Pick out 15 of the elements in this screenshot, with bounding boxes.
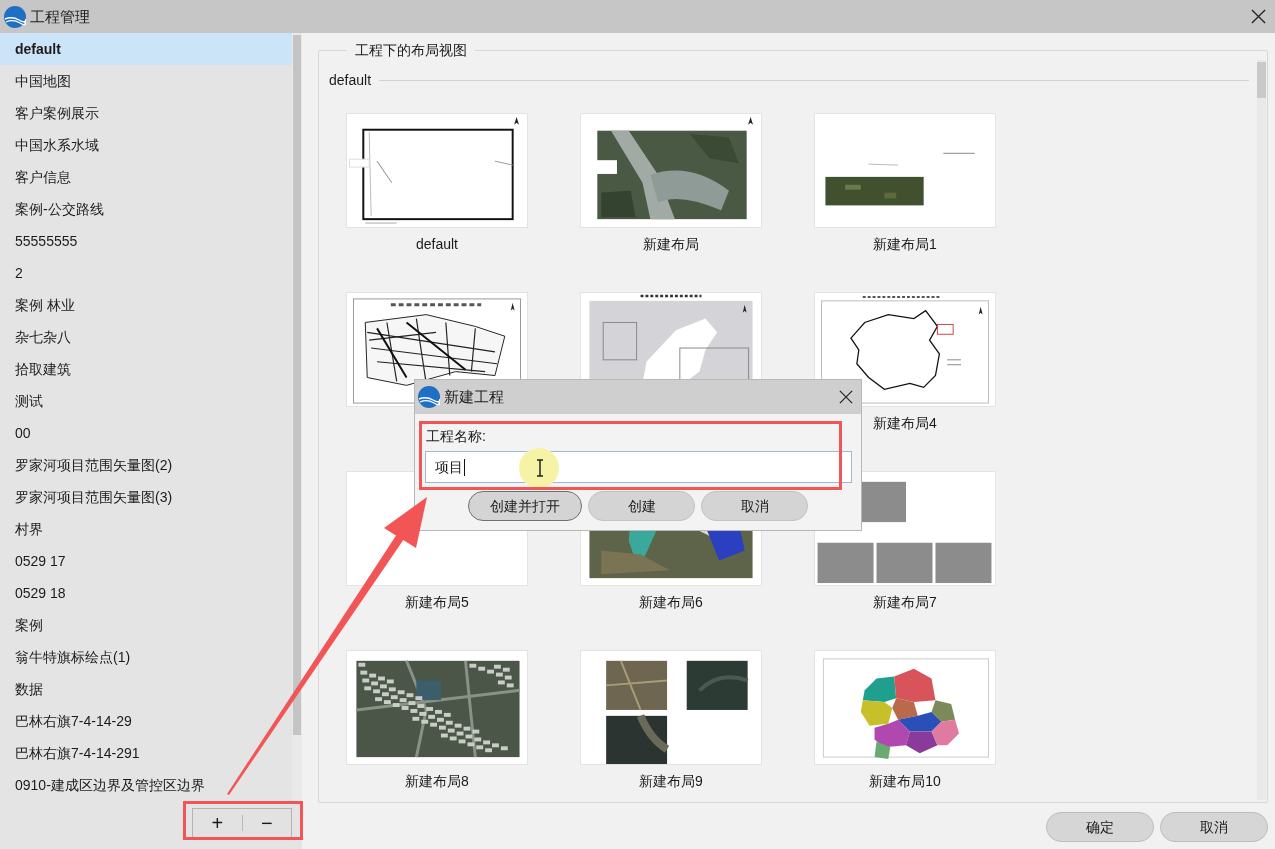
layout-label: 新建布局7 [873,594,937,610]
group-title: 工程下的布局视图 [354,41,468,60]
layout-label: default [415,236,458,252]
layout-label: 新建布局4 [873,415,937,431]
layout-label: 新建布局 [643,236,699,252]
layout-label: 新建布局5 [405,594,469,610]
layout-label: 新建布局1 [873,236,937,252]
layout-label: 新建布局6 [639,594,703,610]
layout-label: 新建布局10 [869,773,941,789]
dialog-title: 新建工程 [444,387,504,407]
window-title: 工程管理 [30,6,90,27]
layout-label: 新建布局9 [639,773,703,789]
layout-label: 新建布局8 [405,773,469,789]
section-title: default [329,71,372,90]
field-label: 工程名称: [426,428,486,444]
